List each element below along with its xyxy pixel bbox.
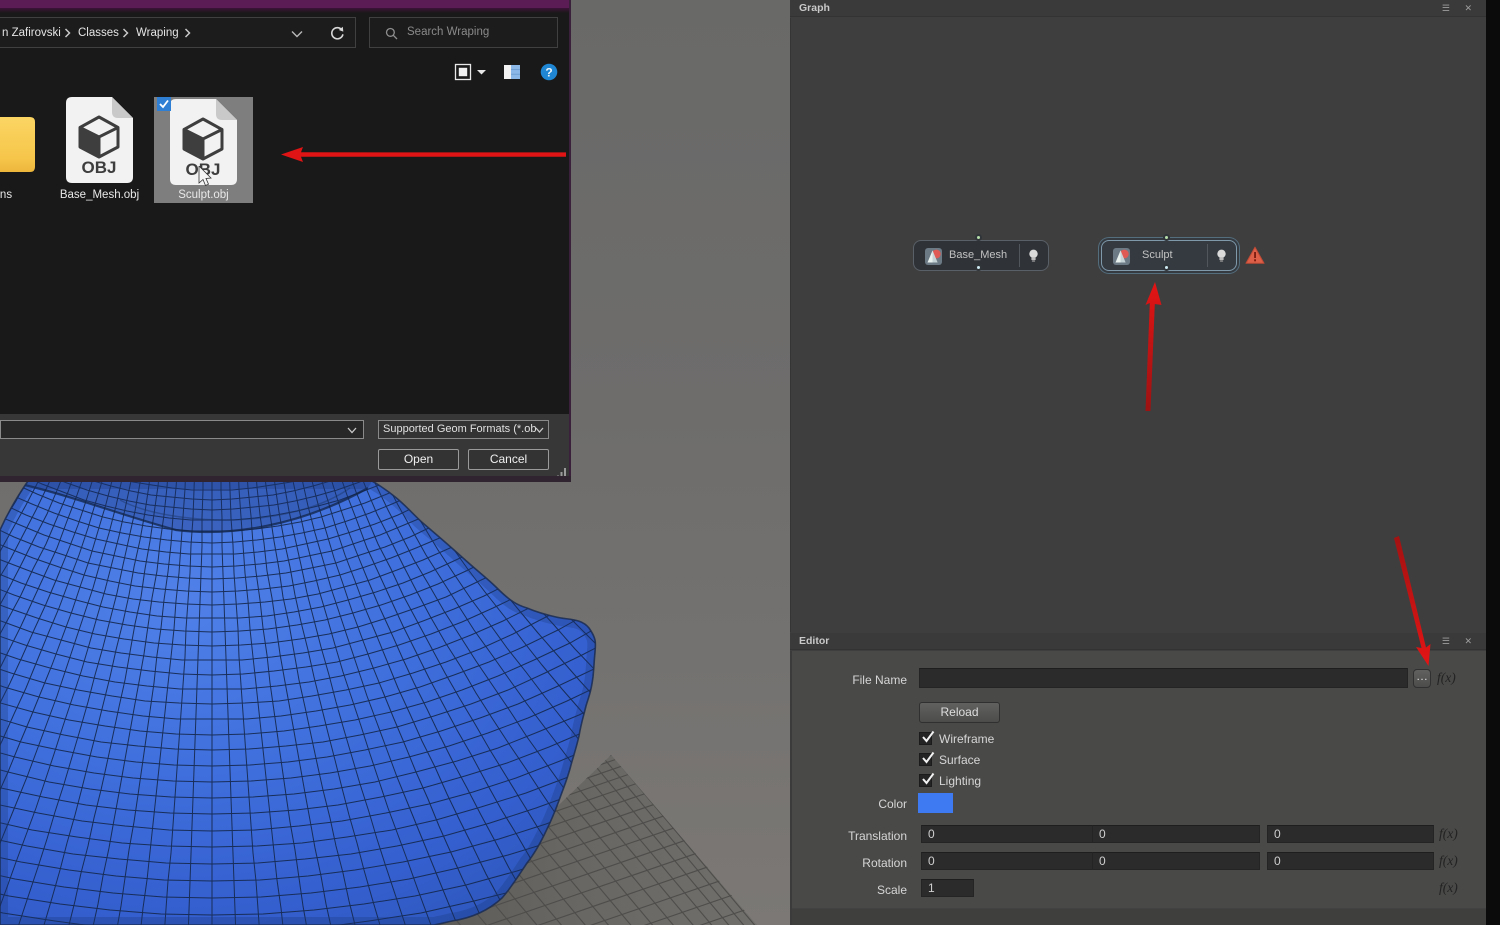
svg-text:?: ? bbox=[545, 65, 552, 79]
svg-text:OBJ: OBJ bbox=[82, 158, 117, 177]
